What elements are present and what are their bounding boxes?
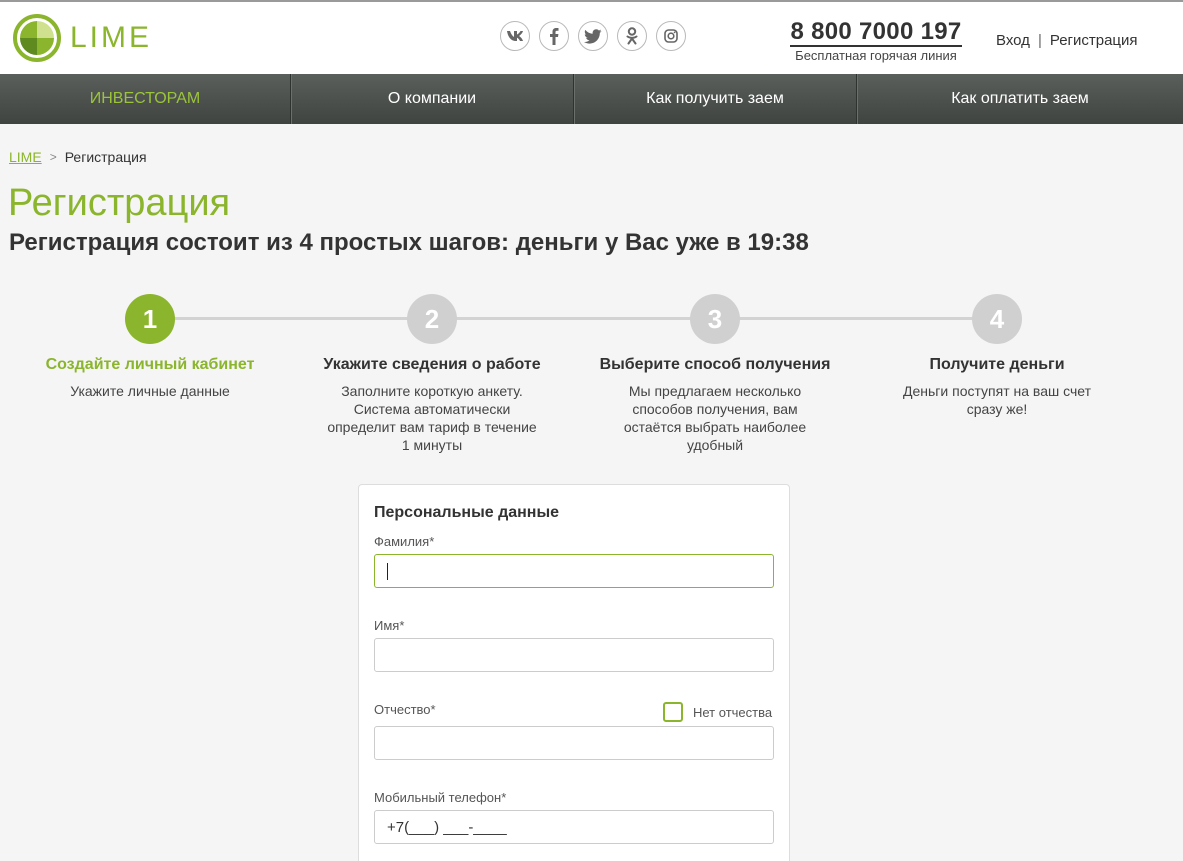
hotline-number[interactable]: 8 800 7000 197 [790, 19, 962, 47]
hotline-caption: Бесплатная горячая линия [795, 48, 957, 63]
last-name-label: Фамилия* [374, 534, 435, 549]
step-title: Выберите способ получения [599, 356, 831, 373]
no-middle-name-checkbox[interactable] [663, 702, 683, 722]
breadcrumb: LIME > Регистрация [9, 149, 147, 165]
lime-logo[interactable]: LIME [12, 13, 152, 63]
no-middle-name-label: Нет отчества [693, 704, 773, 720]
breadcrumb-separator: > [49, 150, 57, 164]
page-title: Регистрация [8, 182, 231, 224]
nav-item-investors[interactable]: ИНВЕСТОРАМ [0, 74, 291, 124]
register-link[interactable]: Регистрация [1050, 32, 1138, 49]
form-title: Персональные данные [374, 504, 560, 521]
step-number: 4 [972, 294, 1022, 344]
step-title: Укажите сведения о работе [323, 356, 541, 373]
auth-separator: | [1037, 32, 1042, 49]
vk-icon[interactable] [500, 21, 530, 51]
logo-text: LIME [70, 21, 153, 54]
step-description: Заполните короткую анкету. Система автом… [327, 383, 537, 453]
step-title: Создайте личный кабинет [45, 356, 255, 373]
nav-item-about[interactable]: О компании [291, 74, 574, 124]
page-subtitle: Регистрация состоит из 4 простых шагов: … [9, 229, 809, 256]
step-number: 2 [407, 294, 457, 344]
step-3: 3 Выберите способ получения Мы предлагае… [595, 294, 835, 454]
first-name-label: Имя* [374, 618, 405, 633]
step-description: Мы предлагаем несколько способов получен… [623, 383, 807, 453]
step-description: Деньги поступят на ваш счет сразу же! [903, 383, 1091, 417]
lime-logo-icon [13, 14, 61, 62]
breadcrumb-home-link[interactable]: LIME [9, 149, 42, 165]
steps-progress-line [150, 317, 998, 320]
step-number: 3 [690, 294, 740, 344]
personal-data-form: Персональные данные Фамилия* Имя* Отчест… [358, 484, 790, 861]
step-2: 2 Укажите сведения о работе Заполните ко… [312, 294, 552, 454]
text-caret [387, 563, 388, 580]
hotline: 8 800 7000 197 Бесплатная горячая линия [790, 19, 962, 63]
first-name-input[interactable] [374, 638, 774, 672]
twitter-icon[interactable] [578, 21, 608, 51]
site-header: LIME 8 800 7000 197 Бесплатная горячая л… [0, 0, 1183, 74]
step-title: Получите деньги [929, 356, 1065, 373]
step-number: 1 [125, 294, 175, 344]
instagram-icon[interactable] [656, 21, 686, 51]
auth-links: Вход | Регистрация [996, 32, 1138, 49]
middle-name-input[interactable] [374, 726, 774, 760]
nav-item-pay-loan[interactable]: Как оплатить заем [857, 74, 1183, 124]
login-link[interactable]: Вход [996, 32, 1030, 49]
no-middle-name-toggle[interactable]: Нет отчества [663, 702, 772, 722]
social-links [500, 21, 695, 51]
step-4: 4 Получите деньги Деньги поступят на ваш… [877, 294, 1117, 418]
last-name-input[interactable] [374, 554, 774, 588]
main-nav: ИНВЕСТОРАМ О компании Как получить заем … [0, 74, 1183, 124]
breadcrumb-current: Регистрация [64, 149, 147, 165]
phone-input[interactable]: +7(___) ___-____ [374, 810, 774, 844]
nav-item-get-loan[interactable]: Как получить заем [574, 74, 857, 124]
phone-label: Мобильный телефон* [374, 790, 507, 805]
step-1: 1 Создайте личный кабинет Укажите личные… [30, 294, 270, 400]
odnoklassniki-icon[interactable] [617, 21, 647, 51]
phone-value: +7(___) ___-____ [387, 818, 507, 836]
facebook-icon[interactable] [539, 21, 569, 51]
step-description: Укажите личные данные [70, 383, 230, 399]
middle-name-label: Отчество* [374, 702, 436, 717]
